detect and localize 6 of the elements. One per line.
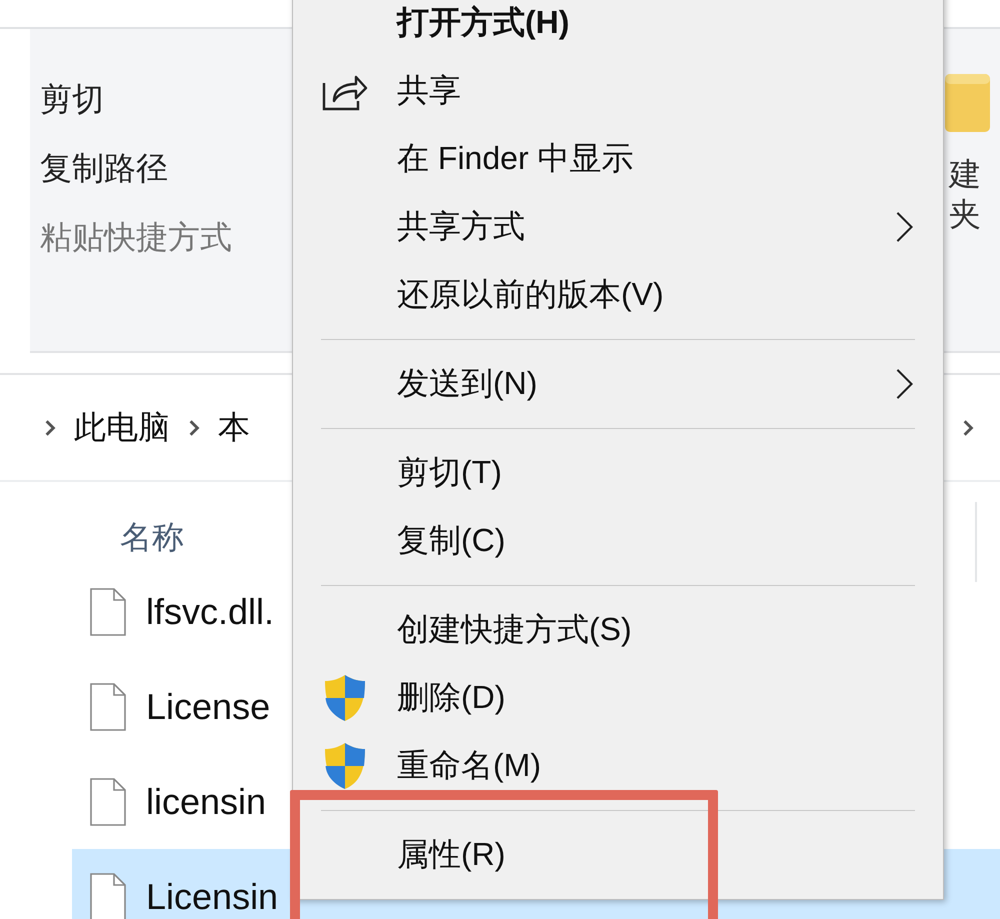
ribbon-label: 建 [949, 155, 981, 194]
file-name: licensin [146, 782, 266, 822]
file-name: Licensin [146, 876, 278, 916]
file-name: lfsvc.dll. [146, 592, 274, 632]
file-name: License [146, 686, 270, 726]
ribbon-label: 夹 [949, 195, 981, 234]
